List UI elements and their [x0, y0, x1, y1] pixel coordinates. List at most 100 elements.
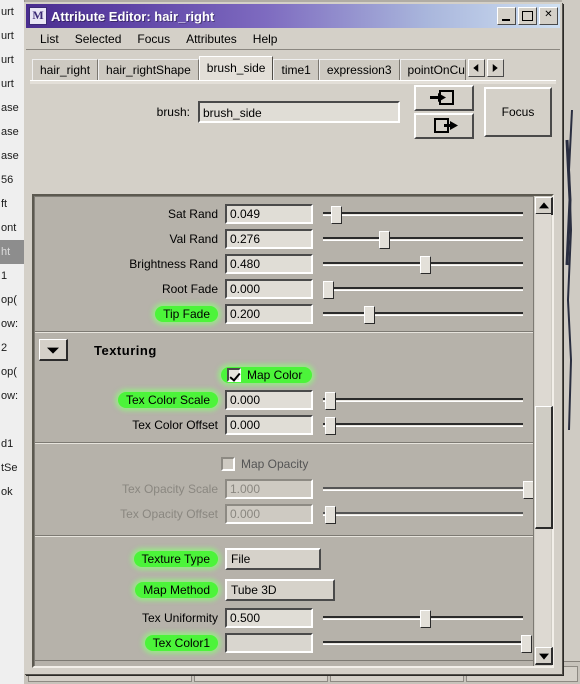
input-val-rand[interactable]: 0.276	[225, 228, 313, 249]
outliner-row[interactable]: ase	[0, 144, 24, 168]
tab-scroll-right-button[interactable]	[486, 59, 504, 77]
brush-name-input[interactable]: brush_side	[198, 101, 400, 123]
slider-thumb[interactable]	[331, 205, 343, 224]
window-title: Attribute Editor: hair_right	[51, 8, 215, 24]
outliner-row[interactable]: op(	[0, 360, 24, 384]
slider-thumb[interactable]	[364, 305, 376, 324]
swatch-tex-color1[interactable]	[225, 632, 313, 653]
outliner-row[interactable]: 56	[0, 168, 24, 192]
load-attributes-button[interactable]	[414, 85, 474, 111]
background-outliner-column[interactable]: urt urt urt urt ase ase ase 56 ft ont ht 1 op(ow: 2 op…	[0, 0, 25, 684]
window-titlebar[interactable]: M Attribute Editor: hair_right ✕	[26, 4, 560, 28]
checkbox-map-color[interactable]	[227, 368, 241, 382]
outliner-row[interactable]: ft	[0, 192, 24, 216]
input-tip-fade[interactable]: 0.200	[225, 303, 313, 324]
row-tex-color-scale: Tex Color Scale 0.000	[35, 387, 533, 412]
input-tex-color-offset[interactable]: 0.000	[225, 414, 313, 435]
outliner-row[interactable]: urt	[0, 48, 24, 72]
outliner-row[interactable]: ok	[0, 480, 24, 504]
label-tip-fade: Tip Fade	[155, 305, 218, 322]
label-tex-color-offset: Tex Color Offset	[132, 417, 218, 432]
label-val-rand: Val Rand	[169, 231, 218, 246]
row-val-rand: Val Rand 0.276	[35, 226, 533, 251]
slider-tex-color-scale[interactable]	[323, 390, 529, 410]
slider-tex-color1[interactable]	[323, 633, 532, 653]
outliner-row[interactable]: urt	[0, 72, 24, 96]
maximize-button[interactable]	[518, 7, 537, 25]
slider-sat-rand[interactable]	[323, 204, 529, 224]
outliner-row[interactable]: urt	[0, 24, 24, 48]
outliner-row[interactable]: ow:	[0, 384, 24, 408]
slider-thumb[interactable]	[325, 416, 337, 435]
row-brightness-rand: Brightness Rand 0.480	[35, 251, 533, 276]
outliner-row[interactable]: ow:	[0, 312, 24, 336]
input-brightness-rand[interactable]: 0.480	[225, 253, 313, 274]
minimize-button[interactable]	[497, 7, 516, 25]
slider-thumb[interactable]	[378, 230, 390, 249]
scroll-thumb[interactable]	[535, 406, 553, 529]
outliner-row[interactable]: ont	[0, 216, 24, 240]
outliner-row[interactable]: ase	[0, 96, 24, 120]
tab-brush-side[interactable]: brush_side	[198, 56, 274, 80]
slider-track	[323, 422, 523, 427]
menu-focus[interactable]: Focus	[129, 30, 178, 48]
dropdown-map-method[interactable]: Tube 3D	[225, 578, 335, 601]
row-tex-color-offset: Tex Color Offset 0.000	[35, 412, 533, 437]
slider-tip-fade[interactable]	[323, 304, 529, 324]
outliner-row[interactable]: 1	[0, 264, 24, 288]
tab-hair-right-shape[interactable]: hair_rightShape	[98, 59, 199, 80]
slider-tex-color-offset[interactable]	[323, 415, 529, 435]
outliner-row[interactable]: d1	[0, 432, 24, 456]
label-tex-color-scale: Tex Color Scale	[117, 391, 218, 408]
tab-area: hair_right hair_rightShape brush_side ti…	[26, 50, 560, 84]
outliner-row[interactable]	[0, 408, 24, 432]
input-root-fade[interactable]: 0.000	[225, 278, 313, 299]
menubar: List Selected Focus Attributes Help	[26, 28, 560, 50]
tab-hair-right[interactable]: hair_right	[32, 59, 99, 80]
input-tex-color-scale[interactable]: 0.000	[225, 389, 313, 410]
tab-point-on-curve[interactable]: pointOnCu	[399, 59, 466, 80]
slider-thumb[interactable]	[325, 391, 337, 410]
focus-button[interactable]: Focus	[484, 87, 552, 137]
texturing-collapse-button[interactable]	[39, 339, 68, 361]
checkbox-map-opacity[interactable]	[221, 457, 235, 471]
outliner-row[interactable]: urt	[0, 0, 24, 24]
outliner-row[interactable]: tSe	[0, 456, 24, 480]
copy-attributes-button[interactable]	[414, 113, 474, 139]
slider-tex-opacity-offset	[323, 504, 529, 524]
label-map-opacity: Map Opacity	[241, 457, 309, 471]
tab-scroll-left-button[interactable]	[467, 59, 485, 77]
input-sat-rand[interactable]: 0.049	[225, 203, 313, 224]
tab-expression3[interactable]: expression3	[318, 59, 400, 80]
slider-thumb[interactable]	[323, 280, 334, 299]
slider-thumb[interactable]	[419, 609, 431, 628]
tab-time1[interactable]: time1	[273, 59, 319, 80]
row-map-color: Map Color	[35, 363, 533, 387]
outliner-row[interactable]: ase	[0, 120, 24, 144]
outliner-row[interactable]: ht	[0, 240, 24, 264]
close-button[interactable]: ✕	[539, 7, 558, 25]
menu-attributes[interactable]: Attributes	[178, 30, 245, 48]
input-tex-uniformity[interactable]: 0.500	[225, 607, 313, 628]
slider-root-fade[interactable]	[323, 279, 529, 299]
outliner-row[interactable]: op(	[0, 288, 24, 312]
slider-val-rand[interactable]	[323, 229, 529, 249]
row-sat-rand: Sat Rand 0.049	[35, 201, 533, 226]
menu-selected[interactable]: Selected	[67, 30, 130, 48]
slider-thumb[interactable]	[419, 255, 431, 274]
outliner-row[interactable]: 2	[0, 336, 24, 360]
label-root-fade: Root Fade	[161, 281, 218, 296]
scroll-up-button[interactable]	[535, 197, 553, 215]
triangle-down-icon	[538, 653, 549, 660]
arrow-into-box-icon	[430, 90, 454, 105]
slider-tex-uniformity[interactable]	[323, 608, 529, 628]
slider-brightness-rand[interactable]	[323, 254, 529, 274]
dropdown-texture-type[interactable]: File	[225, 548, 321, 570]
attributes-scrollbar[interactable]	[533, 196, 553, 666]
scroll-down-button[interactable]	[535, 647, 553, 665]
menu-list[interactable]: List	[32, 30, 67, 48]
menu-help[interactable]: Help	[245, 30, 286, 48]
label-tex-opacity-offset: Tex Opacity Offset	[120, 506, 218, 521]
slider-track	[323, 486, 523, 491]
slider-thumb[interactable]	[520, 634, 532, 653]
